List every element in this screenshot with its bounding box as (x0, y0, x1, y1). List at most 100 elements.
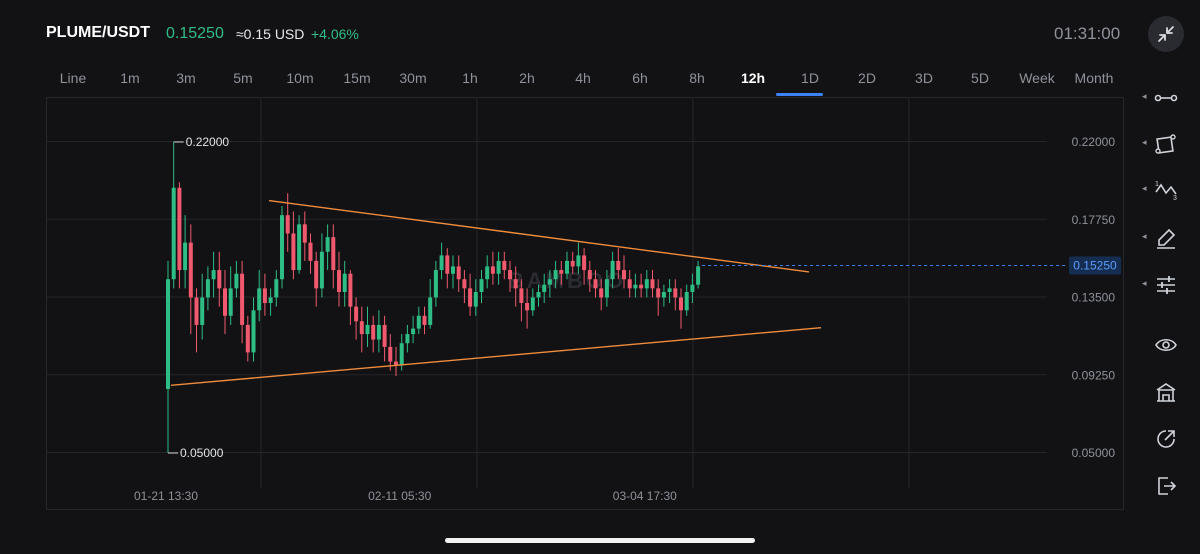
candle-body (485, 266, 490, 280)
candle-body (388, 346, 393, 362)
share-tool-button[interactable] (1140, 421, 1200, 457)
candle-body (490, 266, 495, 274)
candle-body (456, 266, 461, 280)
candle-body (342, 273, 347, 293)
tab-1d[interactable]: 1D (782, 70, 838, 86)
line-tool-icon (1154, 94, 1178, 102)
tab-3m[interactable]: 3m (158, 70, 214, 86)
tab-line[interactable]: Line (45, 70, 101, 86)
brush-tool-button[interactable]: ◂ (1140, 220, 1200, 256)
candle-body (496, 260, 501, 274)
candle-body (673, 288, 678, 298)
candle-body (542, 284, 547, 293)
candle-body (365, 324, 370, 335)
chart-area[interactable]: BAMBOO 0.22000 0.17750 0.13500 0.09250 0.0500… (46, 97, 1124, 510)
tab-15m[interactable]: 15m (329, 70, 385, 86)
pair-title[interactable]: PLUME/USDT (46, 24, 150, 42)
candle-body (325, 237, 330, 252)
candle-body (280, 215, 284, 280)
collapse-button[interactable] (1148, 16, 1184, 52)
candle-body (359, 321, 364, 335)
wave-tool-tool-button[interactable]: ◂ 1 3 (1140, 172, 1200, 208)
candle-body (559, 270, 564, 274)
candle-body (576, 255, 581, 267)
expand-arrow-icon: ◂ (1142, 231, 1147, 241)
tab-12h[interactable]: 12h (725, 70, 781, 86)
candle-body (656, 288, 661, 298)
candle-body (314, 260, 319, 289)
svg-text:1: 1 (1155, 181, 1159, 188)
candle-body (565, 260, 569, 274)
tab-month[interactable]: Month (1066, 70, 1122, 86)
high-price-label: 0.22000 (186, 135, 230, 149)
candle-body (223, 288, 227, 316)
tab-week[interactable]: Week (1009, 70, 1065, 86)
candle-body (599, 288, 604, 298)
current-price-label: 0.15250 (1073, 258, 1117, 272)
candle-body (468, 288, 473, 307)
candle-body (696, 266, 701, 285)
candle-body (240, 273, 245, 325)
candle-body (428, 297, 433, 325)
expand-arrow-icon: ◂ (1142, 183, 1147, 193)
candle-body (667, 288, 672, 293)
candle-body (593, 279, 598, 289)
candle-body (268, 297, 273, 303)
tab-3d[interactable]: 3D (896, 70, 952, 86)
candle-body (633, 284, 638, 289)
building-tool-button[interactable] (1140, 374, 1200, 410)
candle-body (684, 292, 689, 311)
candle-body (399, 343, 404, 366)
candle-body (171, 187, 176, 280)
tab-1h[interactable]: 1h (442, 70, 498, 86)
tab-2h[interactable]: 2h (499, 70, 555, 86)
tab-4h[interactable]: 4h (555, 70, 611, 86)
candle-body (382, 324, 387, 347)
tab-5d[interactable]: 5D (952, 70, 1008, 86)
upper-trendline (268, 199, 810, 273)
candle-body (354, 306, 359, 322)
tab-2d[interactable]: 2D (839, 70, 895, 86)
exit-tool-button[interactable] (1140, 468, 1200, 504)
candle-body (519, 288, 524, 303)
active-tab-indicator (776, 93, 823, 96)
candle-body (422, 315, 427, 325)
candle-body (405, 334, 410, 344)
tab-10m[interactable]: 10m (272, 70, 328, 86)
candle-body (462, 279, 467, 289)
candlestick-chart[interactable]: BAMBOO0.220000.177500.135000.092500.0500… (47, 98, 1125, 511)
lower-trendline (170, 326, 822, 387)
candle-body (513, 279, 518, 289)
tab-5m[interactable]: 5m (215, 70, 271, 86)
candle-body (177, 187, 182, 271)
candle-body (644, 279, 649, 289)
tab-1m[interactable]: 1m (102, 70, 158, 86)
candle-body (622, 270, 626, 280)
candle-body (297, 224, 302, 271)
candle-body (616, 260, 621, 271)
candle-body (582, 255, 587, 271)
collapse-arrows-icon (1158, 26, 1174, 42)
shape-tool-icon (1155, 134, 1176, 154)
header: PLUME/USDT 0.15250 ≈0.15 USD +4.06% 01:3… (0, 0, 1200, 64)
settings-sliders-tool-button[interactable]: ◂ (1140, 267, 1200, 303)
shape-tool-tool-button[interactable]: ◂ (1140, 126, 1200, 162)
svg-text:3: 3 (1173, 195, 1177, 202)
x-tick-label: 03-04 17:30 (613, 489, 677, 503)
home-indicator[interactable] (445, 538, 755, 543)
tab-8h[interactable]: 8h (669, 70, 725, 86)
wave-tool-icon: 13 (1155, 181, 1177, 202)
candle-body (348, 273, 353, 307)
tab-6h[interactable]: 6h (612, 70, 668, 86)
eye-tool-button[interactable] (1140, 327, 1200, 363)
last-price: 0.15250 (166, 25, 224, 42)
candle-body (194, 297, 199, 325)
line-tool-tool-button[interactable]: ◂ (1140, 80, 1200, 116)
candle-body (627, 279, 632, 289)
expand-arrow-icon: ◂ (1142, 278, 1147, 288)
candle-body (587, 270, 592, 280)
y-tick-label: 0.17750 (1072, 213, 1116, 227)
tab-30m[interactable]: 30m (385, 70, 441, 86)
candle-body (530, 297, 535, 311)
candle-body (451, 266, 455, 274)
